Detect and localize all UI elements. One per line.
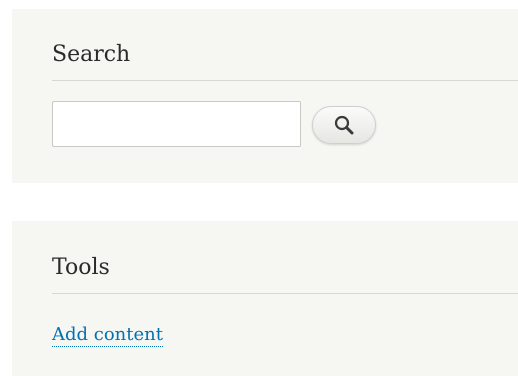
search-block-divider xyxy=(52,80,518,81)
tools-block: Tools Add content xyxy=(12,221,518,376)
search-icon xyxy=(333,114,355,136)
search-button[interactable] xyxy=(312,106,376,144)
tools-block-divider xyxy=(52,293,518,294)
search-block: Search xyxy=(12,9,518,183)
add-content-link[interactable]: Add content xyxy=(52,324,163,347)
search-input[interactable] xyxy=(52,101,301,147)
tools-block-title: Tools xyxy=(52,255,110,280)
search-block-title: Search xyxy=(52,42,131,67)
